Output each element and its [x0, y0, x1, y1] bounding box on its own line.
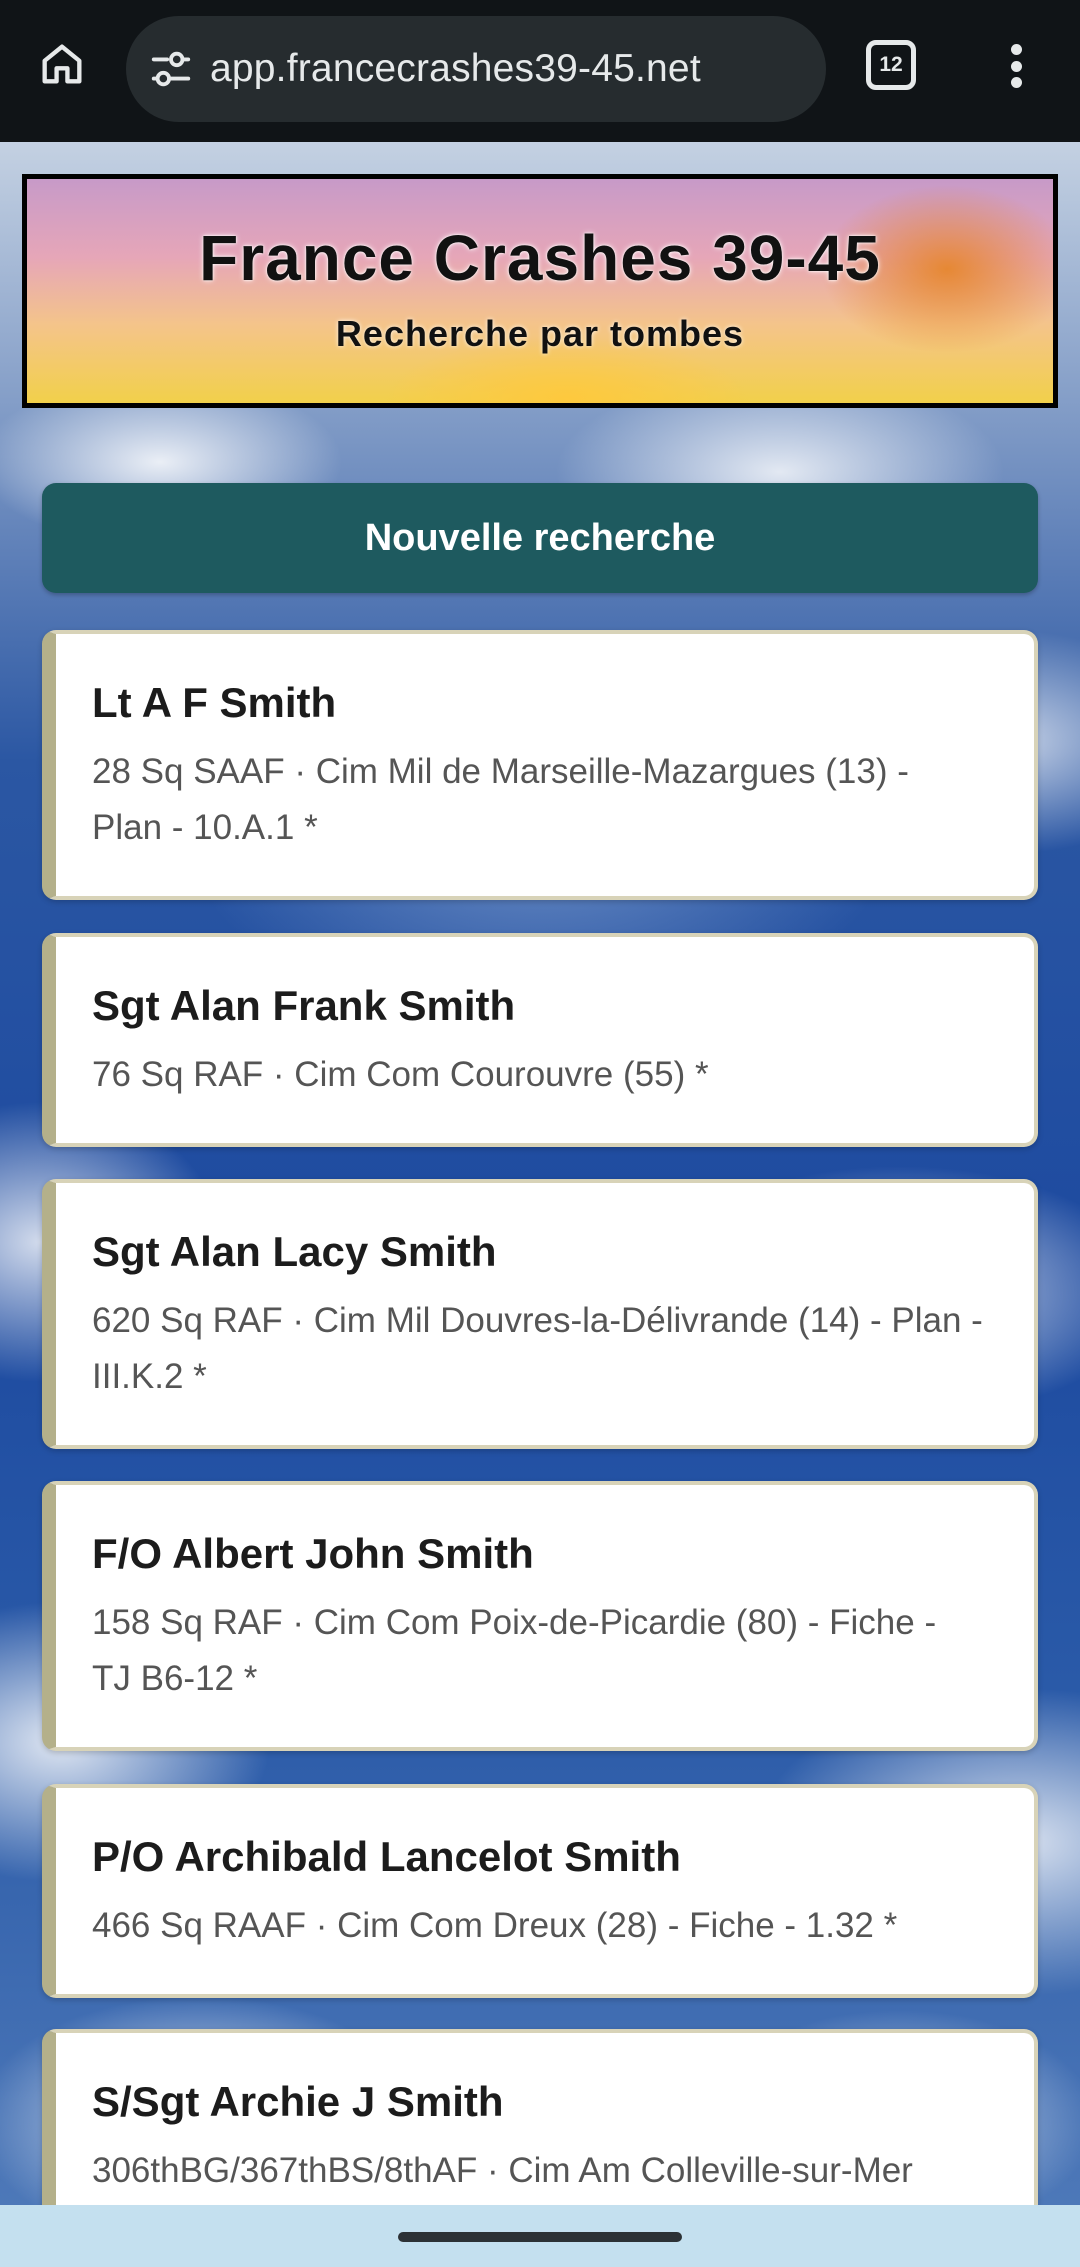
result-details: 158 Sq RAF · Cim Com Poix-de-Picardie (8… — [92, 1603, 937, 1698]
result-name: Sgt Alan Frank Smith — [92, 982, 516, 1029]
result-details: 466 Sq RAAF · Cim Com Dreux (28) - Fiche… — [92, 1906, 898, 1945]
result-details: 620 Sq RAF · Cim Mil Douvres-la-Délivran… — [92, 1301, 983, 1396]
site-title: France Crashes 39-45 — [199, 222, 881, 294]
menu-dot — [1010, 77, 1022, 88]
result-details: 76 Sq RAF · Cim Com Courouvre (55) * — [92, 1055, 709, 1094]
result-card[interactable]: Lt A F Smith 28 Sq SAAF · Cim Mil de Mar… — [42, 630, 1038, 900]
result-name: P/O Archibald Lancelot Smith — [92, 1833, 681, 1880]
site-banner: France Crashes 39-45 Recherche par tombe… — [22, 174, 1058, 408]
menu-dot — [1010, 44, 1022, 55]
result-card[interactable]: F/O Albert John Smith 158 Sq RAF · Cim C… — [42, 1481, 1038, 1751]
new-search-button[interactable]: Nouvelle recherche — [42, 483, 1038, 593]
home-icon — [42, 44, 82, 84]
tune-icon[interactable] — [148, 46, 194, 92]
result-name: Sgt Alan Lacy Smith — [92, 1228, 497, 1275]
result-details: 28 Sq SAAF · Cim Mil de Marseille-Mazarg… — [92, 752, 909, 847]
address-bar[interactable]: app.francecrashes39-45.net — [126, 16, 826, 122]
result-details: 306thBG/367thBS/8thAF · Cim Am Collevill… — [92, 2151, 913, 2190]
more-vert-icon[interactable] — [996, 36, 1036, 96]
url-text[interactable]: app.francecrashes39-45.net — [210, 16, 701, 122]
tab-switcher-button[interactable]: 12 — [866, 40, 916, 90]
result-card[interactable]: Sgt Alan Frank Smith 76 Sq RAF · Cim Com… — [42, 933, 1038, 1147]
site-subtitle: Recherche par tombes — [335, 313, 745, 354]
gesture-handle[interactable] — [398, 2232, 682, 2242]
page-content: France Crashes 39-45 Recherche par tombe… — [0, 142, 1080, 2205]
browser-toolbar: app.francecrashes39-45.net 12 — [0, 0, 1080, 142]
result-name: Lt A F Smith — [92, 679, 337, 726]
system-nav-bar — [0, 2205, 1080, 2267]
result-name: F/O Albert John Smith — [92, 1530, 534, 1577]
result-card[interactable]: Sgt Alan Lacy Smith 620 Sq RAF · Cim Mil… — [42, 1179, 1038, 1449]
tab-count: 12 — [879, 53, 903, 76]
home-button[interactable] — [34, 36, 90, 92]
menu-dot — [1010, 60, 1022, 72]
result-card[interactable]: S/Sgt Archie J Smith 306thBG/367thBS/8th… — [42, 2029, 1038, 2205]
result-card[interactable]: P/O Archibald Lancelot Smith 466 Sq RAAF… — [42, 1784, 1038, 1998]
result-name: S/Sgt Archie J Smith — [92, 2078, 504, 2125]
